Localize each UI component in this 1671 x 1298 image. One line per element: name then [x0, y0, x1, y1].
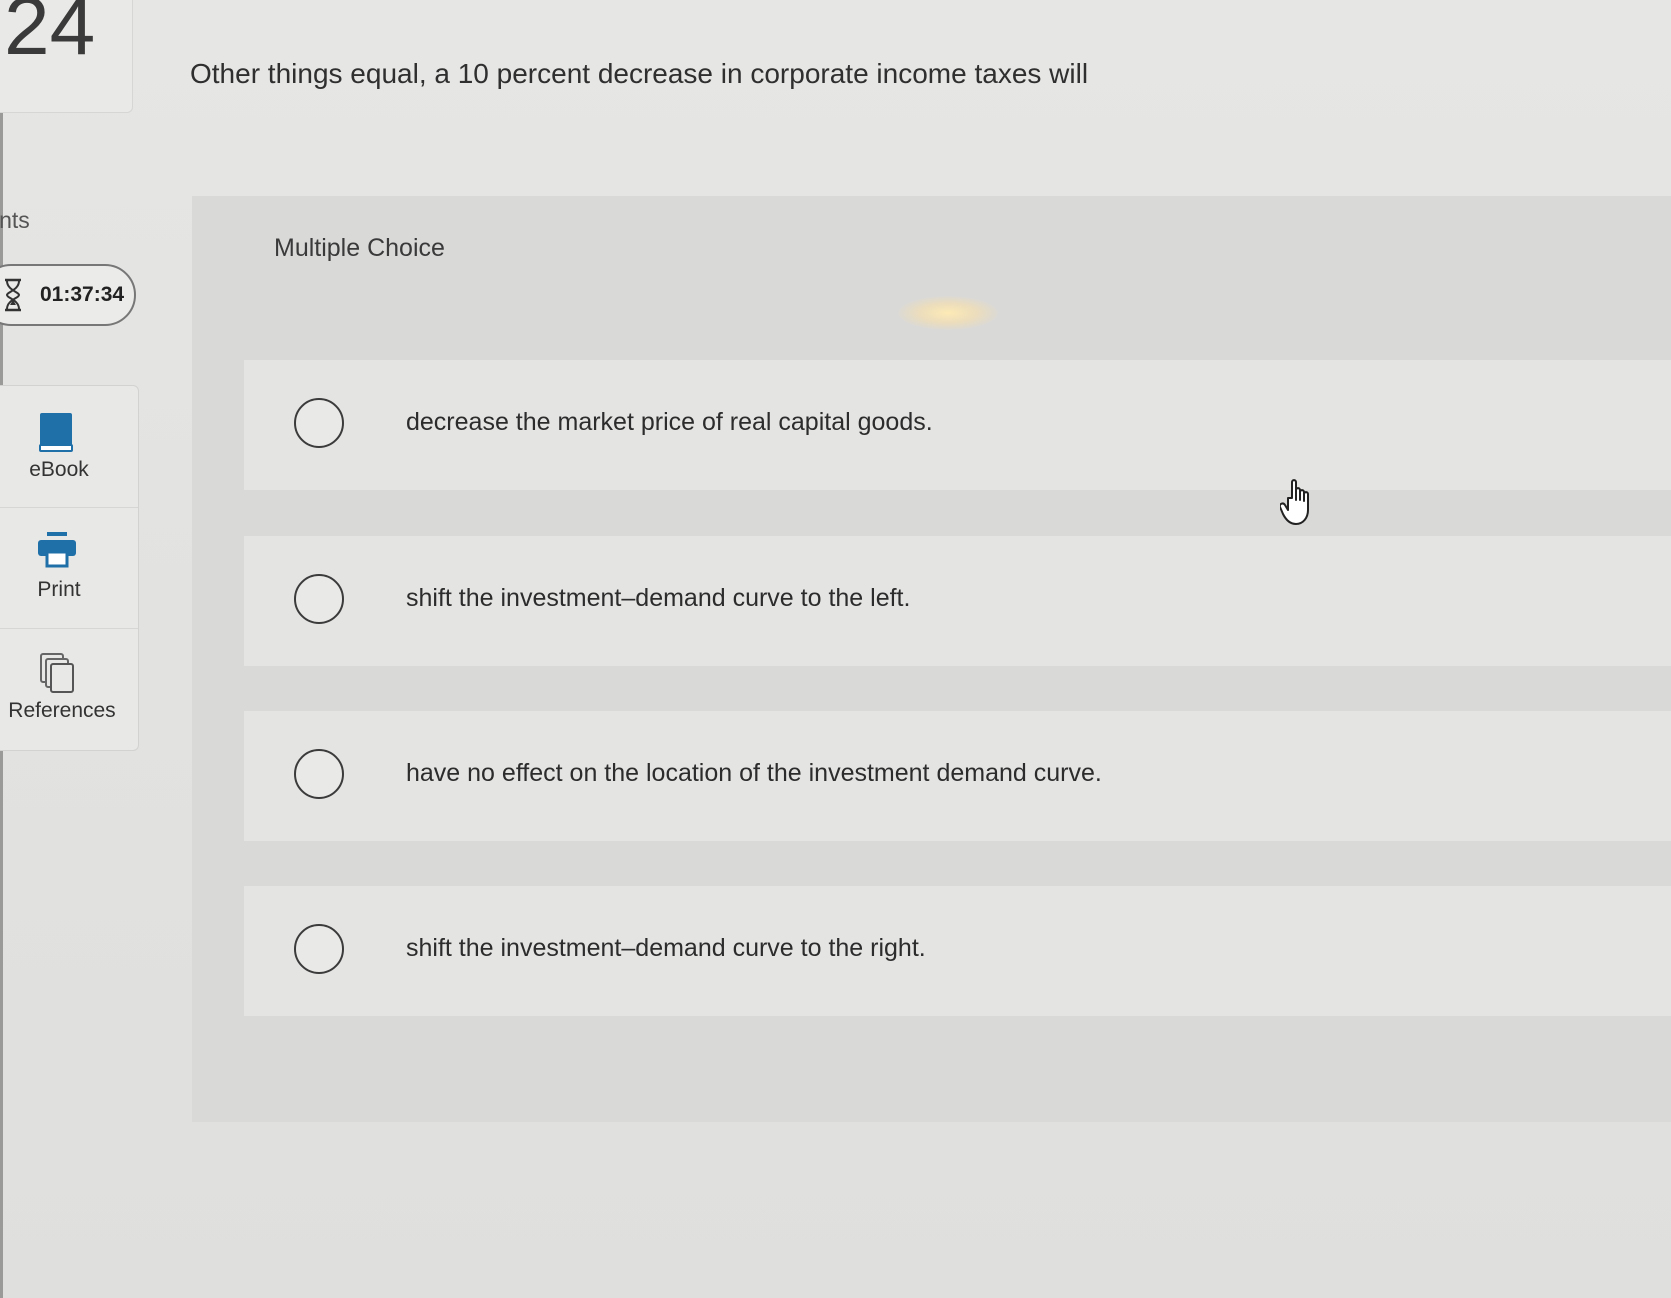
choice-text: shift the investment–demand curve to the… — [406, 934, 926, 962]
radio-button[interactable] — [294, 749, 344, 799]
question-stem: Other things equal, a 10 percent decreas… — [190, 58, 1089, 89]
choice-option-a[interactable]: decrease the market price of real capita… — [244, 360, 1671, 490]
timer[interactable]: 01:37:34 — [0, 264, 136, 326]
tool-panel: eBook Print References — [0, 385, 139, 751]
choice-option-d[interactable]: shift the investment–demand curve to the… — [244, 886, 1671, 1016]
ebook-button[interactable]: eBook — [0, 386, 138, 506]
radio-button[interactable] — [294, 574, 344, 624]
question-number: 24 — [4, 0, 96, 72]
choice-option-c[interactable]: have no effect on the location of the in… — [244, 711, 1671, 841]
hand-pointer-cursor-icon — [1280, 479, 1309, 525]
screen-glare — [898, 296, 998, 330]
copy-pages-icon — [40, 653, 74, 693]
ebook-label: eBook — [29, 458, 89, 481]
choice-text: have no effect on the location of the in… — [406, 759, 1102, 787]
radio-button[interactable] — [294, 924, 344, 974]
print-button[interactable]: Print — [0, 507, 138, 628]
radio-button[interactable] — [294, 398, 344, 448]
references-label: References — [8, 699, 116, 722]
choice-text: shift the investment–demand curve to the… — [406, 584, 911, 612]
book-icon — [39, 413, 73, 452]
points-label: ints — [0, 207, 30, 233]
choice-text: decrease the market price of real capita… — [406, 408, 933, 436]
hourglass-icon — [5, 278, 21, 312]
question-type-label: Multiple Choice — [274, 234, 445, 262]
choice-option-b[interactable]: shift the investment–demand curve to the… — [244, 536, 1671, 666]
references-button[interactable]: References — [0, 628, 138, 749]
question-number-box: 24 — [0, 0, 133, 113]
print-label: Print — [37, 578, 81, 601]
timer-value: 01:37:34 — [40, 283, 125, 306]
printer-icon — [38, 532, 76, 568]
